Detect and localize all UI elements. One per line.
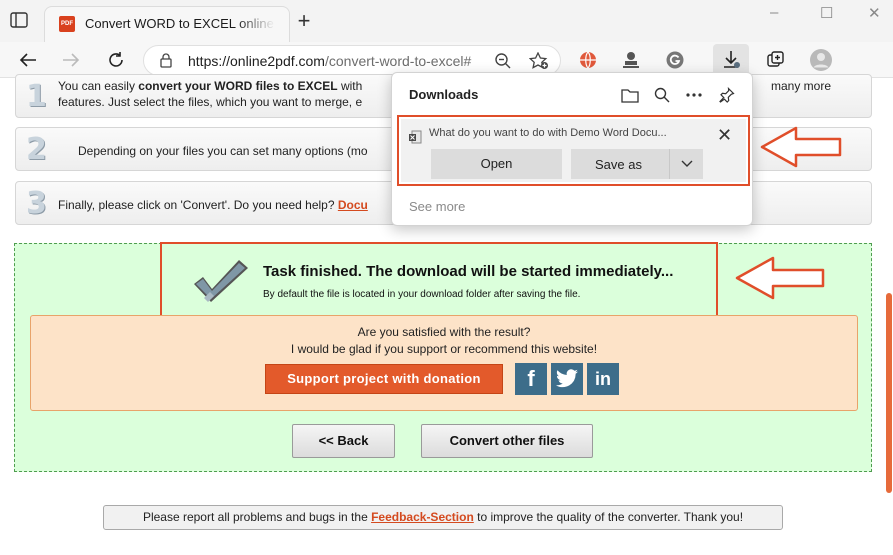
support-question: Are you satisfied with the result? — [357, 325, 531, 339]
close-icon[interactable]: ✕ — [717, 126, 732, 144]
search-icon[interactable] — [652, 85, 672, 105]
new-tab-button[interactable]: + — [293, 10, 315, 32]
convert-other-files-button[interactable]: Convert other files — [421, 424, 593, 458]
annotation-arrow-downloads-icon — [760, 126, 842, 168]
download-item: What do you want to do with Demo Word Do… — [397, 115, 750, 186]
more-options-icon[interactable] — [684, 85, 704, 105]
address-url[interactable]: https://online2pdf.com/convert-word-to-e… — [188, 53, 471, 69]
profile-avatar[interactable] — [808, 47, 834, 73]
downloads-flyout: Downloads What do you want to do with De… — [391, 72, 753, 226]
donate-button[interactable]: Support project with donation — [265, 364, 503, 394]
forward-arrow-icon[interactable] — [58, 47, 84, 73]
tab-title: Convert WORD to EXCEL online & — [85, 16, 275, 31]
support-request: I would be glad if you support or recomm… — [290, 342, 598, 356]
back-arrow-icon[interactable] — [15, 47, 41, 73]
close-window-button[interactable]: ✕ — [868, 4, 881, 22]
documentation-link[interactable]: Docu — [338, 198, 368, 212]
save-as-button[interactable]: Save as — [571, 149, 703, 179]
scrollbar-thumb[interactable] — [886, 293, 892, 493]
support-box: Are you satisfied with the result? I wou… — [30, 315, 858, 411]
see-more-link[interactable]: See more — [409, 199, 465, 214]
task-title: Task finished. The download will be star… — [263, 263, 674, 280]
checkmark-icon — [192, 258, 250, 309]
open-folder-icon[interactable] — [620, 85, 640, 105]
step-text: Depending on your files you can set many… — [78, 144, 368, 158]
downloads-title: Downloads — [409, 87, 479, 102]
maximize-button[interactable]: ☐ — [820, 4, 833, 22]
step-number: 3 — [26, 186, 47, 221]
facebook-icon[interactable]: f — [515, 363, 547, 395]
step-text-tail: many more — [771, 79, 832, 93]
tab-actions-icon[interactable] — [10, 12, 32, 30]
task-subtitle: By default the file is located in your d… — [263, 289, 581, 300]
chevron-down-icon[interactable] — [669, 149, 703, 179]
extension-grammarly-icon[interactable] — [662, 47, 688, 73]
excel-file-icon — [408, 130, 422, 149]
refresh-icon[interactable] — [103, 47, 129, 73]
extension-stamp-icon[interactable] — [618, 47, 644, 73]
feedback-section-link[interactable]: Feedback-Section — [371, 510, 474, 524]
feedback-bar: Please report all problems and bugs in t… — [103, 505, 783, 530]
extension-globe-icon[interactable] — [575, 47, 601, 73]
twitter-icon[interactable] — [551, 363, 583, 395]
pdf-favicon-icon: PDF — [59, 16, 75, 32]
tab-strip: PDF Convert WORD to EXCEL online & + – ☐… — [0, 0, 893, 42]
step-number: 2 — [26, 132, 47, 167]
collections-icon[interactable] — [763, 47, 789, 73]
step-text: Finally, please click on 'Convert'. Do y… — [58, 198, 368, 212]
linkedin-icon[interactable]: in — [587, 363, 619, 395]
save-as-label: Save as — [595, 157, 642, 172]
annotation-arrow-icon — [735, 256, 825, 300]
lock-icon[interactable] — [160, 53, 172, 73]
open-button[interactable]: Open — [431, 149, 562, 179]
pin-icon[interactable] — [717, 85, 737, 105]
back-button[interactable]: << Back — [292, 424, 395, 458]
download-question: What do you want to do with Demo Word Do… — [429, 127, 667, 139]
minimize-button[interactable]: – — [770, 4, 778, 21]
tab-active[interactable]: PDF Convert WORD to EXCEL online & — [44, 6, 290, 42]
download-item-body: What do you want to do with Demo Word Do… — [401, 119, 746, 182]
step-number: 1 — [26, 79, 47, 114]
task-finished-box: Task finished. The download will be star… — [160, 242, 718, 318]
